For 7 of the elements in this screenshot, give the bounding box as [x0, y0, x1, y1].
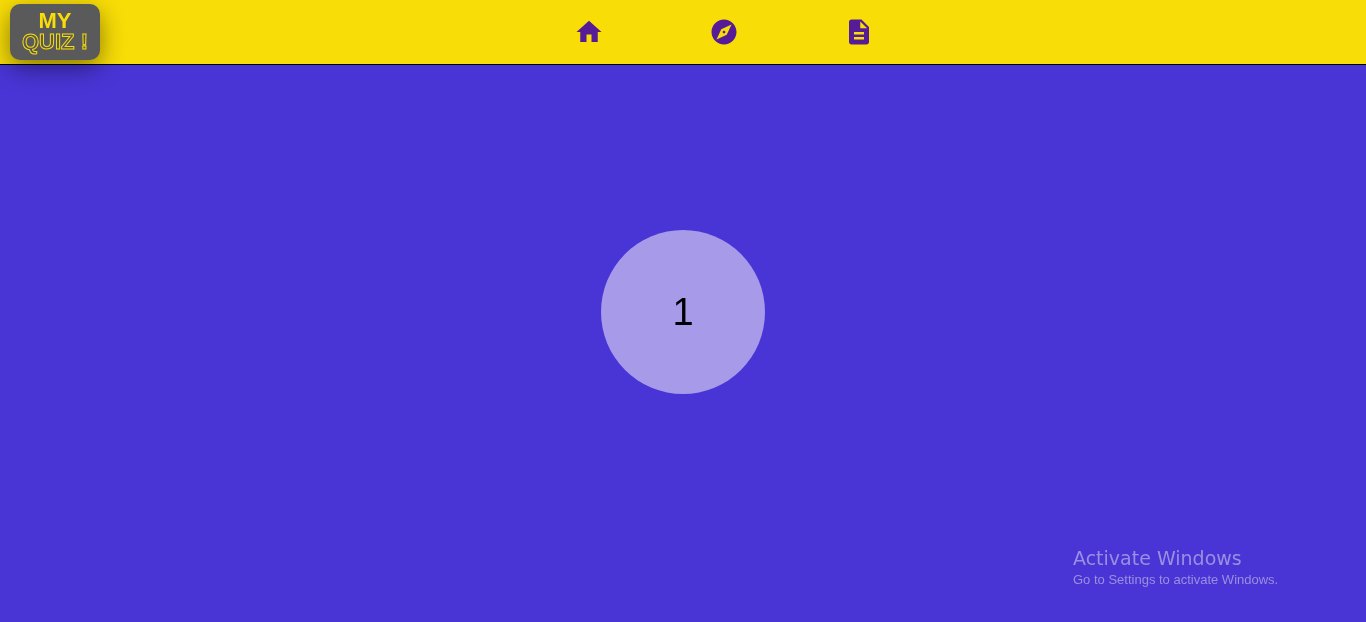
compass-icon[interactable] [709, 17, 739, 47]
logo-text: MY [38, 11, 72, 31]
counter-value: 1 [672, 289, 694, 335]
activation-message: Go to Settings to activate Windows. [1073, 571, 1279, 589]
logo[interactable]: MY QUIZ ! [10, 4, 100, 60]
activation-title: Activate Windows [1073, 546, 1243, 570]
logo-text: QUIZ ! [22, 31, 88, 53]
